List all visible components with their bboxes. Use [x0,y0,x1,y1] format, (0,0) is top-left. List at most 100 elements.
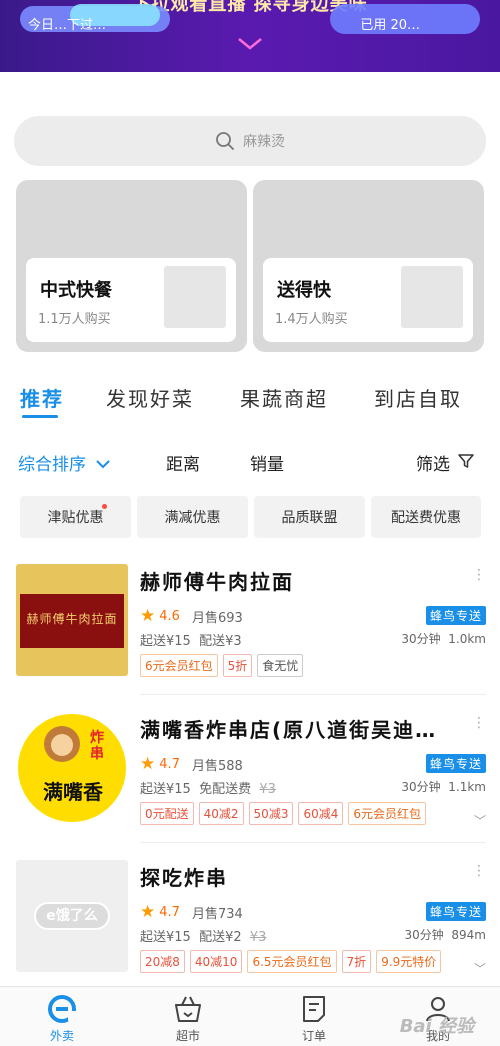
chip-label: 配送费优惠 [391,510,461,526]
nav-supermarket[interactable]: 超市 [158,993,218,1044]
nav-label: 超市 [175,1029,200,1043]
chip-label: 品质联盟 [281,510,338,526]
promo-tag: 6元会员红包 [140,654,218,677]
nav-label: 外卖 [49,1029,74,1043]
delivery-badge: 蜂鸟专送 [425,606,486,625]
search-placeholder: 麻辣烫 [243,134,285,150]
star-icon: ★ [140,606,156,626]
store-card[interactable]: 赫师傅牛肉拉面 赫师傅牛肉拉面 ⋮ ★ 4.6 月售693 蜂鸟专送 起送¥15… [0,564,500,704]
tab-discover-dishes[interactable]: 发现好菜 [106,383,194,412]
promo-tag: 6元会员红包 [348,802,426,825]
star-icon: ★ [140,902,156,922]
tab-pickup[interactable]: 到店自取 [374,383,462,412]
sort-default-button[interactable]: 综合排序 [18,450,111,475]
store-rating: 4.7 [159,756,180,772]
logo-text: 满嘴香 [43,780,103,804]
min-order: 起送¥15 [140,634,191,649]
promo-tag: 60减4 [298,802,344,825]
store-card[interactable]: e饿了么 探吃炸串 ⋮ ★ 4.7 月售734 蜂鸟专送 起送¥15 配送¥2 … [0,860,500,1000]
sort-distance-button[interactable]: 距离 [166,450,200,475]
live-banner[interactable]: 下拉观看直播 探寻身边美味 今日…下过… 已用 20… [0,0,500,72]
store-card[interactable]: 炸串 满嘴香 满嘴香炸串店(原八道街吴迪… ⋮ ★ 4.7 月售588 蜂鸟专送… [0,712,500,852]
category-card-fast-delivery[interactable]: 送得快 1.4万人购买 [253,180,484,352]
store-name: 满嘴香炸串店(原八道街吴迪… [140,718,438,742]
promo-tag: 食无忧 [257,654,304,677]
star-icon: ★ [140,754,156,774]
filter-label: 筛选 [416,455,450,475]
more-options-icon[interactable]: ⋮ [472,864,486,878]
promo-tag: 7折 [341,950,372,973]
fee-row: 起送¥15 配送¥2 ¥3 [140,926,266,945]
rating-row: ★ 4.7 月售734 [140,902,243,922]
sort-default-label: 综合排序 [18,455,86,475]
delivery-time: 30分钟 [401,632,441,646]
card-thumbnail [164,266,226,328]
order-list-icon [303,996,325,1022]
card-subtitle: 1.1万人购买 [38,312,111,327]
chip-subsidy[interactable]: 津贴优惠 [20,496,131,538]
nav-takeout[interactable]: 外卖 [32,993,92,1044]
card-subtitle: 1.4万人购买 [275,312,348,327]
more-options-icon[interactable]: ⋮ [472,568,486,582]
promo-tag: 5折 [222,654,253,677]
distance: 894m [451,928,486,942]
fee-row: 起送¥15 配送¥3 [140,630,242,649]
time-distance: 30分钟 1.1km [401,778,486,795]
tab-recommend[interactable]: 推荐 [20,383,64,412]
chevron-down-icon [96,460,111,469]
card-title: 送得快 [277,280,331,301]
card-info: 送得快 1.4万人购买 [263,258,473,342]
store-rating: 4.6 [159,608,180,624]
sort-sales-button[interactable]: 销量 [250,450,284,475]
logo-sub-text: 炸串 [90,730,104,762]
chip-quality[interactable]: 品质联盟 [254,496,365,538]
delivery-fee: 配送¥3 [199,634,242,649]
store-logo: 炸串 满嘴香 [16,712,128,824]
chip-discount[interactable]: 满减优惠 [137,496,248,538]
nav-label: 订单 [301,1029,326,1043]
promo-tag: 0元配送 [140,802,194,825]
promo-tag: 40减2 [198,802,244,825]
min-order: 起送¥15 [140,782,191,797]
original-fee: ¥3 [259,782,276,797]
time-distance: 30分钟 1.0km [401,630,486,647]
store-logo: e饿了么 [16,860,128,972]
nav-orders[interactable]: 订单 [284,993,344,1044]
delivery-time: 30分钟 [401,780,441,794]
store-name: 探吃炸串 [140,866,228,890]
divider [140,842,486,843]
tab-grocery[interactable]: 果蔬商超 [240,383,328,412]
chip-delivery-fee[interactable]: 配送费优惠 [371,496,481,538]
delivery-fee: 配送¥2 [199,930,242,945]
watermark: Bai 经验 [399,1016,474,1037]
logo-text: e饿了么 [34,902,110,930]
more-options-icon[interactable]: ⋮ [472,716,486,730]
search-icon [216,132,234,150]
chevron-down-icon[interactable]: ﹀ [474,960,486,977]
promo-tag: 20减8 [140,950,185,973]
sort-bar: 综合排序 距离 销量 筛选 [0,448,500,478]
min-order: 起送¥15 [140,930,191,945]
category-card-fast-food[interactable]: 中式快餐 1.1万人购买 [16,180,247,352]
monthly-sales: 月售588 [191,758,243,774]
promo-tag: 9.9元特价 [376,950,442,973]
funnel-icon [458,454,475,468]
basket-icon [175,996,201,1022]
promo-tags: 0元配送 40减2 50减3 60减4 6元会员红包 [140,802,426,825]
eleme-logo-icon [48,995,76,1023]
card-title: 中式快餐 [40,280,112,301]
red-dot-badge [102,504,107,509]
rating-row: ★ 4.6 月售693 [140,606,243,626]
store-logo: 赫师傅牛肉拉面 [16,564,128,676]
card-info: 中式快餐 1.1万人购买 [26,258,236,342]
banner-right-text: 已用 20… [360,18,420,33]
chevron-down-icon[interactable]: ﹀ [474,812,486,829]
delivery-badge: 蜂鸟专送 [425,754,486,773]
chevron-down-icon[interactable] [236,36,264,52]
search-input[interactable]: 麻辣烫 [14,116,486,166]
filter-button[interactable]: 筛选 [416,450,475,475]
logo-text: 赫师傅牛肉拉面 [26,612,118,626]
chip-label: 津贴优惠 [47,510,104,526]
monthly-sales: 月售693 [191,610,243,626]
monthly-sales: 月售734 [191,906,243,922]
